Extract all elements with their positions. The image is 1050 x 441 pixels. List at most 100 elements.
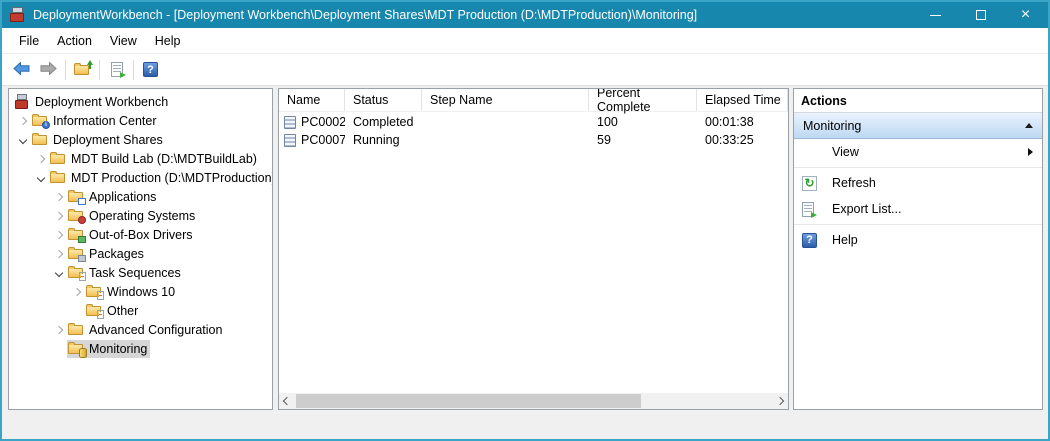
tree-item-label: MDT Build Lab (D:\MDTBuildLab)	[71, 152, 257, 166]
tree-item-information-center[interactable]: iInformation Center	[9, 111, 272, 130]
console-tree-button[interactable]	[69, 58, 96, 82]
forward-button[interactable]	[35, 58, 62, 82]
list-row-pc0007[interactable]: PC0007Running5900:33:25	[279, 131, 788, 149]
toolbar: ?	[2, 54, 1048, 86]
action-item-refresh[interactable]: ↻Refresh	[794, 170, 1042, 196]
action-icon-slot: ↻	[802, 176, 824, 191]
folder-plain-icon	[68, 322, 85, 337]
column-header-percent-complete[interactable]: Percent Complete	[589, 89, 697, 111]
expander-spacer	[69, 303, 85, 319]
horizontal-scrollbar[interactable]	[279, 393, 788, 409]
tree-item-content: Deployment Workbench	[13, 93, 171, 111]
column-header-step-name[interactable]: Step Name	[422, 89, 589, 111]
maximize-icon	[976, 10, 986, 20]
tree-item-label: Deployment Shares	[53, 133, 163, 147]
tree-item-advanced-configuration[interactable]: Advanced Configuration	[9, 320, 272, 339]
folder-doc-icon	[68, 265, 85, 280]
expander-icon[interactable]	[51, 265, 67, 281]
tree-item-packages[interactable]: Packages	[9, 244, 272, 263]
tree-item-content: iInformation Center	[31, 112, 160, 130]
expander-icon[interactable]	[51, 189, 67, 205]
scrollbar-thumb[interactable]	[296, 394, 641, 408]
tree-item-out-of-box-drivers[interactable]: Out-of-Box Drivers	[9, 225, 272, 244]
expander-icon[interactable]	[33, 170, 49, 186]
expander-icon[interactable]	[51, 208, 67, 224]
tree-item-label: MDT Production (D:\MDTProduction)	[71, 171, 273, 185]
scroll-left-button[interactable]	[279, 393, 295, 409]
folder-os-icon	[68, 208, 85, 223]
cell-elapsed-time: 00:33:25	[697, 133, 788, 147]
tree-item-label: Windows 10	[107, 285, 175, 299]
action-icon-slot	[802, 202, 824, 217]
tree-item-deployment-shares[interactable]: Deployment Shares	[9, 130, 272, 149]
computer-icon	[284, 134, 296, 147]
main-area: Deployment WorkbenchiInformation Center D…	[2, 86, 1048, 440]
tree-item-label: Information Center	[53, 114, 157, 128]
tree-item-content: Applications	[67, 188, 159, 206]
action-item-label: Export List...	[832, 202, 901, 216]
tree-item-label: Applications	[89, 190, 156, 204]
tree-item-task-sequences[interactable]: Task Sequences	[9, 263, 272, 282]
action-item-help[interactable]: ?Help	[794, 227, 1042, 253]
tree-item-applications[interactable]: Applications	[9, 187, 272, 206]
tree-item-deployment-workbench[interactable]: Deployment Workbench	[9, 92, 272, 111]
maximize-button[interactable]	[958, 2, 1003, 28]
expander-icon[interactable]	[51, 227, 67, 243]
expander-icon[interactable]	[51, 246, 67, 262]
action-item-view[interactable]: View	[794, 139, 1042, 165]
export-list-button[interactable]	[103, 58, 130, 82]
tree-item-mdt-production-d-mdtproduction[interactable]: MDT Production (D:\MDTProduction)	[9, 168, 272, 187]
actions-group-title: Monitoring	[803, 119, 861, 133]
list-row-pc0002[interactable]: PC0002Completed10000:01:38	[279, 113, 788, 131]
action-item-export-list[interactable]: Export List...	[794, 196, 1042, 222]
folder-up-icon	[74, 62, 91, 77]
expander-icon[interactable]	[69, 284, 85, 300]
collapse-arrow-up-icon[interactable]	[1025, 123, 1033, 128]
action-icon-slot: ?	[802, 233, 824, 248]
list-column-headers: NameStatusStep NamePercent CompleteElaps…	[279, 89, 788, 112]
menu-item-help[interactable]: Help	[146, 30, 190, 52]
cell-status: Completed	[345, 115, 422, 129]
column-header-name[interactable]: Name	[279, 89, 345, 111]
toolbar-separator	[65, 60, 66, 80]
toolbar-separator	[99, 60, 100, 80]
actions-group-header-monitoring[interactable]: Monitoring	[794, 113, 1042, 139]
minimize-button[interactable]	[913, 2, 958, 28]
computer-icon	[284, 116, 296, 129]
help-button[interactable]: ?	[137, 58, 164, 82]
workbench-app-icon	[10, 7, 26, 23]
workbench-icon	[14, 94, 31, 109]
tree-item-monitoring[interactable]: Monitoring	[9, 339, 272, 358]
tree-item-mdt-build-lab-d-mdtbuildlab[interactable]: MDT Build Lab (D:\MDTBuildLab)	[9, 149, 272, 168]
folder-packages-icon	[68, 246, 85, 261]
tree-item-content: Operating Systems	[67, 207, 198, 225]
tree-item-label: Monitoring	[89, 342, 147, 356]
tree-item-label: Other	[107, 304, 138, 318]
folder-monitoring-icon	[68, 341, 85, 356]
column-header-elapsed-time[interactable]: Elapsed Time	[697, 89, 788, 111]
expander-icon[interactable]	[33, 151, 49, 167]
expander-icon[interactable]	[15, 132, 31, 148]
scroll-right-button[interactable]	[772, 393, 788, 409]
expander-icon[interactable]	[51, 322, 67, 338]
toolbar-separator	[133, 60, 134, 80]
menu-item-file[interactable]: File	[10, 30, 48, 52]
actions-pane-title: Actions	[794, 89, 1042, 113]
export-list-icon	[802, 202, 814, 217]
menu-item-view[interactable]: View	[101, 30, 146, 52]
titlebar: DeploymentWorkbench - [Deployment Workbe…	[2, 2, 1048, 28]
back-button[interactable]	[8, 58, 35, 82]
console-tree: Deployment WorkbenchiInformation Center D…	[9, 89, 272, 358]
menu-item-action[interactable]: Action	[48, 30, 101, 52]
column-header-status[interactable]: Status	[345, 89, 422, 111]
expander-icon[interactable]	[15, 113, 31, 129]
tree-item-other[interactable]: Other	[9, 301, 272, 320]
close-button[interactable]: ×	[1003, 2, 1048, 28]
computer-name: PC0007	[301, 133, 345, 147]
tree-item-windows-10[interactable]: Windows 10	[9, 282, 272, 301]
status-strip	[2, 412, 1048, 440]
menu-bar: FileActionViewHelp	[2, 28, 1048, 54]
forward-arrow-icon	[40, 62, 57, 78]
tree-item-operating-systems[interactable]: Operating Systems	[9, 206, 272, 225]
actions-pane: Actions Monitoring View ↻Refresh Export Li…	[793, 88, 1043, 410]
